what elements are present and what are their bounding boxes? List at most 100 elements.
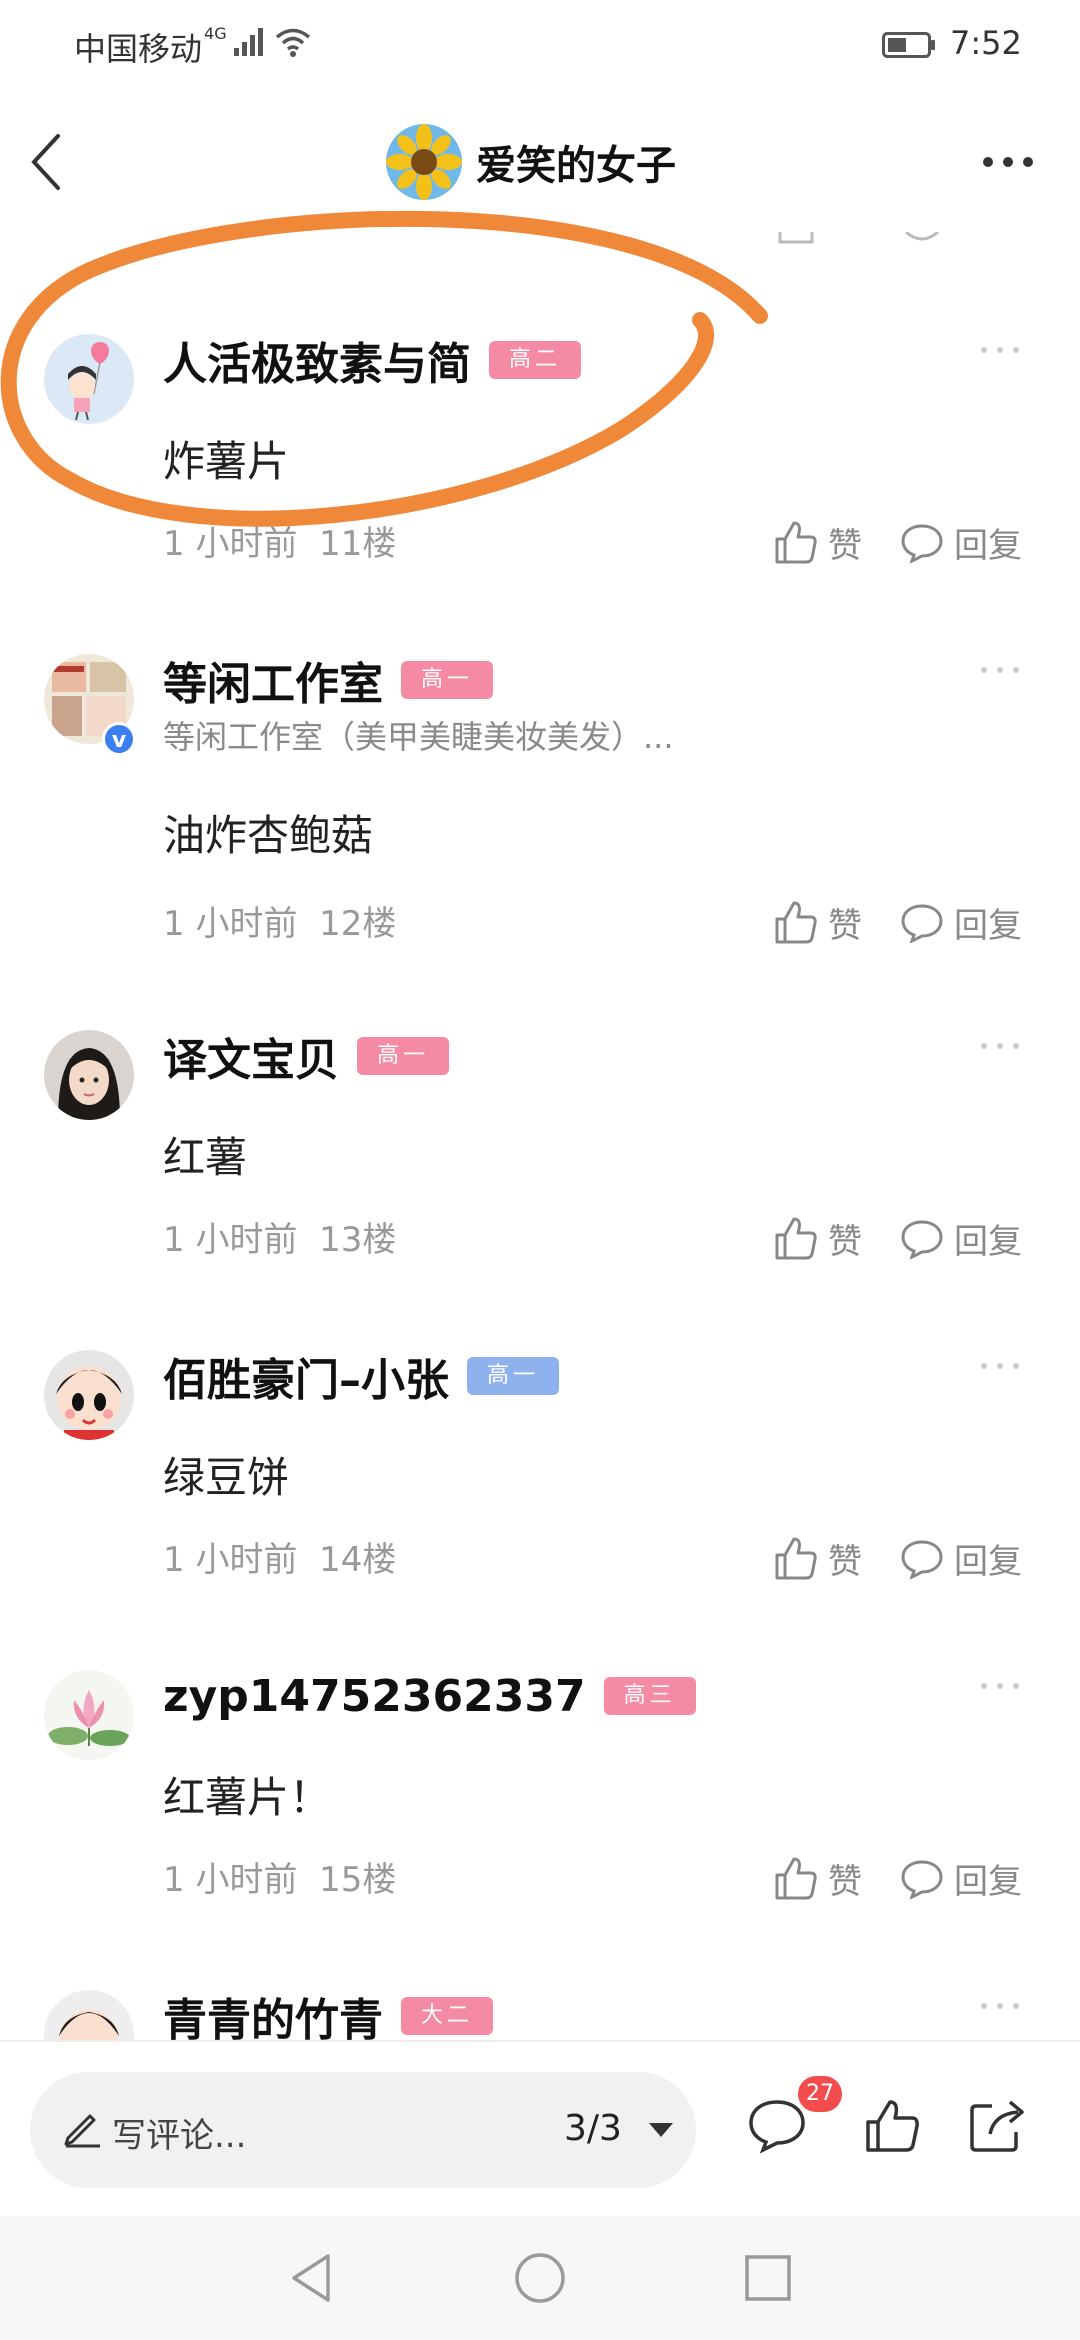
avatar[interactable] [44,1350,134,1440]
reply-button[interactable]: 回复 [900,1530,1022,1586]
comment-feed[interactable]: 人活极致素与简 高二 炸薯片 1 小时前 11楼 赞 回复 v 等闲工作室 高一… [0,232,1080,2042]
list-item[interactable]: 青青的竹青 大二 [0,1944,1080,2042]
nav-recent-icon[interactable] [740,2250,796,2306]
author-name[interactable]: 人活极致素与简 [163,328,471,392]
sunflower-avatar-icon [386,124,462,200]
comment-icon [901,524,943,563]
post-time: 1 小时前 [163,524,298,564]
level-badge: 大二 [401,1997,494,2035]
level-badge: 高二 [489,341,582,379]
comment-text: 炸薯片 [163,437,290,486]
thumbs-up-icon [775,1217,817,1260]
comment-icon[interactable] [746,2094,808,2156]
floor-number: 15楼 [319,1860,397,1900]
reply-button[interactable]: 回复 [900,1210,1022,1266]
thumbs-up-icon[interactable] [862,2094,924,2156]
author-name[interactable]: zyp14752362337 [163,1671,586,1722]
level-badge: 高一 [401,661,494,699]
comment-input[interactable]: 写评论... 3/3 [30,2072,696,2188]
author-name[interactable]: 译文宝贝 [163,1024,339,1088]
author-name[interactable]: 等闲工作室 [163,648,383,712]
thread-title[interactable]: 爱笑的女子 [386,120,676,204]
like-label: 赞 [828,525,862,566]
status-bar: 中国移动 4G 7:52 [0,0,1080,92]
level-badge: 高一 [467,1357,560,1395]
author-name[interactable]: 青青的竹青 [163,1984,383,2042]
floor-number: 11楼 [319,524,397,564]
chevron-left-icon[interactable] [24,130,68,194]
avatar[interactable] [44,1030,134,1120]
comment-text: 油炸杏鲍菇 [163,811,374,860]
reply-button[interactable]: 回复 [900,894,1022,950]
author-subtitle: 等闲工作室（美甲美睫美妆美发）... [163,718,674,756]
thumbs-up-icon [775,1537,817,1580]
page-indicator[interactable]: 3/3 [564,2108,622,2149]
reply-label: 回复 [954,1221,1022,1262]
battery-icon [882,32,935,58]
post-more-icon[interactable] [978,1040,1022,1052]
nav-home-icon[interactable] [512,2250,568,2306]
carrier-label: 中国移动 4G [74,24,227,70]
post-more-icon[interactable] [978,344,1022,356]
pencil-icon [64,2114,100,2148]
post-time: 1 小时前 [163,1540,298,1580]
list-item[interactable]: zyp14752362337 高三 红薯片！ 1 小时前 15楼 赞 回复 [0,1624,1080,1946]
more-dots-icon[interactable] [980,144,1036,180]
list-item[interactable]: 佰胜豪门–小张 高一 绿豆饼 1 小时前 14楼 赞 回复 [0,1304,1080,1626]
like-button[interactable]: 赞 [774,1210,862,1266]
share-icon[interactable] [966,2094,1028,2156]
comment-text: 绿豆饼 [163,1453,290,1502]
avatar[interactable] [44,1990,134,2042]
thumbs-up-icon [775,901,817,944]
like-button[interactable]: 赞 [774,894,862,950]
carrier-name: 中国移动 [74,30,203,68]
post-meta: 1 小时前 14楼 [163,1532,396,1581]
comment-placeholder: 写评论... [112,2116,247,2156]
reply-label: 回复 [954,1861,1022,1902]
floor-number: 13楼 [319,1220,397,1260]
list-item[interactable]: v 等闲工作室 高一 等闲工作室（美甲美睫美妆美发）... 油炸杏鲍菇 1 小时… [0,608,1080,986]
author-name[interactable]: 佰胜豪门–小张 [163,1344,449,1408]
post-meta: 1 小时前 13楼 [163,1212,396,1261]
wifi-icon [275,28,311,57]
comment-icon [905,232,939,241]
post-meta: 1 小时前 11楼 [163,516,396,565]
like-label: 赞 [828,1541,862,1582]
list-item[interactable]: 译文宝贝 高一 红薯 1 小时前 13楼 赞 回复 [0,984,1080,1306]
reply-label: 回复 [954,525,1022,566]
system-nav-bar [0,2216,1080,2340]
author-row: 等闲工作室 高一 [163,648,494,712]
page-title: 爱笑的女子 [476,143,676,189]
avatar[interactable] [44,334,134,424]
level-badge: 高一 [357,1037,450,1075]
floor-number: 14楼 [319,1540,397,1580]
like-button[interactable]: 赞 [774,514,862,570]
post-time: 1 小时前 [163,1860,298,1900]
reply-button[interactable]: 回复 [900,514,1022,570]
previous-post-partial [0,232,1080,290]
thumbs-up-icon [775,1857,817,1900]
like-button[interactable]: 赞 [774,1850,862,1906]
nav-back-icon[interactable] [284,2250,340,2306]
verified-icon: v [102,722,136,756]
thumbs-up-icon [775,521,817,564]
author-row: 青青的竹青 大二 [163,1984,494,2042]
author-row: 人活极致素与简 高二 [163,328,582,392]
post-time: 1 小时前 [163,1220,298,1260]
comment-icon [901,1860,943,1899]
reply-button[interactable]: 回复 [900,1850,1022,1906]
post-time: 1 小时前 [163,904,298,944]
post-more-icon[interactable] [978,2000,1022,2012]
author-row: zyp14752362337 高三 [163,1664,696,1728]
like-label: 赞 [828,905,862,946]
post-more-icon[interactable] [978,1360,1022,1372]
caret-down-icon[interactable] [648,2122,674,2138]
like-button[interactable]: 赞 [774,1530,862,1586]
like-label: 赞 [828,1861,862,1902]
comment-count-badge: 27 [798,2076,842,2112]
list-item[interactable]: 人活极致素与简 高二 炸薯片 1 小时前 11楼 赞 回复 [0,288,1080,610]
post-more-icon[interactable] [978,1680,1022,1692]
bottom-action-bar: 写评论... 3/3 27 [0,2040,1080,2218]
post-more-icon[interactable] [978,664,1022,676]
avatar[interactable] [44,1670,134,1760]
